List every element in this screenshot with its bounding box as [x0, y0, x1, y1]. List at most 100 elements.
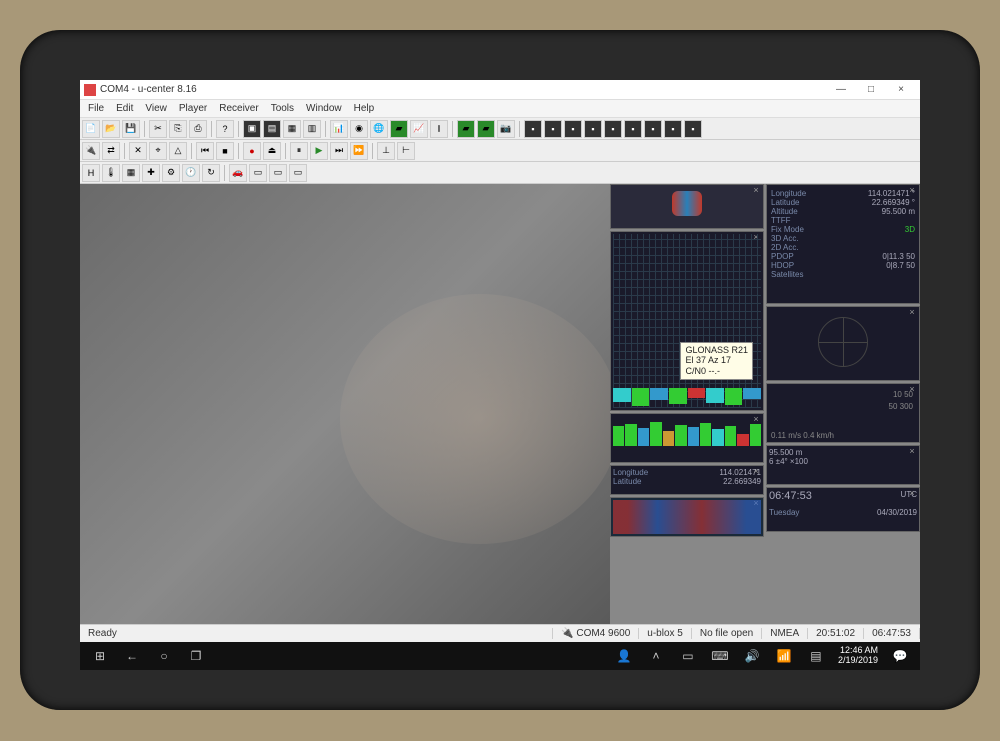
tool-copy-icon[interactable]: ⎘: [169, 120, 187, 138]
taskbar-clock[interactable]: 12:46 AM 2/19/2019: [832, 646, 884, 666]
tool-skip-back-icon[interactable]: ⏮: [196, 142, 214, 160]
tool-hist-icon[interactable]: ⫾: [430, 120, 448, 138]
windows-taskbar[interactable]: ⊞ ← ○ ❐ 👤 ˄ ▭ ⌨ 🔊 📶 ▤ 12:46 AM 2/19/2019…: [80, 642, 920, 670]
tool-dock6-icon[interactable]: ▪: [624, 120, 642, 138]
tool-rect3-icon[interactable]: ▭: [289, 164, 307, 182]
tool-thermo-icon[interactable]: 🌡: [102, 164, 120, 182]
close-icon[interactable]: ×: [907, 446, 917, 456]
main-view[interactable]: [80, 184, 610, 624]
tool-record-icon[interactable]: ●: [243, 142, 261, 160]
altitude-panel[interactable]: × 95.500 m 6 ±4° ×100: [766, 445, 920, 485]
tool-target-icon[interactable]: ⌖: [149, 142, 167, 160]
tool-dock9-icon[interactable]: ▪: [684, 120, 702, 138]
tool-baud-icon[interactable]: ⇄: [102, 142, 120, 160]
tool-msg-icon[interactable]: ▣: [243, 120, 261, 138]
tool-eject-icon[interactable]: ⏏: [263, 142, 281, 160]
minimize-button[interactable]: —: [826, 81, 856, 99]
tool-skip-fwd-icon[interactable]: ⏩: [350, 142, 368, 160]
tooltip-cn0: C/N0 --.-: [685, 366, 748, 377]
tool-world-icon[interactable]: 🌐: [370, 120, 388, 138]
cortana-icon[interactable]: ○: [148, 642, 180, 670]
tool-print-icon[interactable]: ⎙: [189, 120, 207, 138]
tool-dock5-icon[interactable]: ▪: [604, 120, 622, 138]
tool-calc-icon[interactable]: ▦: [122, 164, 140, 182]
tool-car-icon[interactable]: 🚗: [229, 164, 247, 182]
tool-binary-icon[interactable]: ▥: [303, 120, 321, 138]
tool-open-icon[interactable]: 📂: [102, 120, 120, 138]
tray-input-icon[interactable]: ▤: [800, 642, 832, 670]
tool-dock4-icon[interactable]: ▪: [584, 120, 602, 138]
back-icon[interactable]: ←: [116, 642, 148, 670]
tool-connect-icon[interactable]: 🔌: [82, 142, 100, 160]
tool-clock-icon[interactable]: 🕐: [182, 164, 200, 182]
menu-player[interactable]: Player: [173, 101, 213, 116]
tray-volume-icon[interactable]: 🔊: [736, 642, 768, 670]
close-icon[interactable]: ×: [907, 307, 917, 317]
taskview-icon[interactable]: ❐: [180, 642, 212, 670]
tool-dock2-icon[interactable]: ▪: [544, 120, 562, 138]
tool-misc1-icon[interactable]: ⊥: [377, 142, 395, 160]
close-icon[interactable]: ×: [751, 185, 761, 195]
tool-new-icon[interactable]: 📄: [82, 120, 100, 138]
compass-panel[interactable]: ×: [610, 497, 764, 537]
tray-wifi-icon[interactable]: 📶: [768, 642, 800, 670]
tool-misc2-icon[interactable]: ⊢: [397, 142, 415, 160]
tool-dock3-icon[interactable]: ▪: [564, 120, 582, 138]
tool-rect2-icon[interactable]: ▭: [269, 164, 287, 182]
notification-icon[interactable]: 💬: [884, 642, 916, 670]
tool-rect1-icon[interactable]: ▭: [249, 164, 267, 182]
satellite-sky-panel[interactable]: ×: [610, 184, 764, 229]
tool-play-icon[interactable]: ▶: [310, 142, 328, 160]
tool-packet-icon[interactable]: ▦: [283, 120, 301, 138]
menu-edit[interactable]: Edit: [110, 101, 139, 116]
menu-receiver[interactable]: Receiver: [213, 101, 264, 116]
tool-map-icon[interactable]: ▰: [390, 120, 408, 138]
menu-view[interactable]: View: [139, 101, 173, 116]
start-button[interactable]: ⊞: [84, 642, 116, 670]
tray-battery-icon[interactable]: ▭: [672, 642, 704, 670]
clock-panel[interactable]: × 06:47:53UTC Tuesday04/30/2019: [766, 487, 920, 532]
position-panel[interactable]: Longitude114.021471 Latitude22.669349 ×: [610, 465, 764, 495]
close-button[interactable]: ×: [886, 81, 916, 99]
tray-keyboard-icon[interactable]: ⌨: [704, 642, 736, 670]
tool-dock8-icon[interactable]: ▪: [664, 120, 682, 138]
deviation-panel[interactable]: ×: [766, 306, 920, 381]
tool-text-icon[interactable]: ▤: [263, 120, 281, 138]
satellite-level-panel[interactable]: ×: [610, 231, 764, 411]
tray-up-icon[interactable]: ˄: [640, 642, 672, 670]
tool-h-icon[interactable]: H: [82, 164, 100, 182]
tool-dock1-icon[interactable]: ▪: [524, 120, 542, 138]
tool-chart-icon[interactable]: 📈: [410, 120, 428, 138]
tool-step-icon[interactable]: ⏭: [330, 142, 348, 160]
data-info-panel[interactable]: × Longitude114.021471 ° Latitude22.66934…: [766, 184, 920, 304]
tool-dev1-icon[interactable]: ▰: [457, 120, 475, 138]
pdop-value: 0|11.3 50: [882, 252, 915, 261]
close-icon[interactable]: ×: [907, 185, 917, 195]
maximize-button[interactable]: □: [856, 81, 886, 99]
menu-help[interactable]: Help: [348, 101, 381, 116]
tool-help-icon[interactable]: ?: [216, 120, 234, 138]
close-icon[interactable]: ×: [751, 414, 761, 424]
close-icon[interactable]: ×: [751, 466, 761, 476]
tool-cut-icon[interactable]: ✂: [149, 120, 167, 138]
tool-crosshair-icon[interactable]: ✕: [129, 142, 147, 160]
tool-plus-icon[interactable]: ✚: [142, 164, 160, 182]
tray-people-icon[interactable]: 👤: [608, 642, 640, 670]
tool-gear-icon[interactable]: ⚙: [162, 164, 180, 182]
menu-tools[interactable]: Tools: [265, 101, 300, 116]
tool-stop-icon[interactable]: ■: [216, 142, 234, 160]
close-icon[interactable]: ×: [907, 488, 917, 498]
tool-dock7-icon[interactable]: ▪: [644, 120, 662, 138]
menu-file[interactable]: File: [82, 101, 110, 116]
tool-satlevel-icon[interactable]: 📊: [330, 120, 348, 138]
tool-dev2-icon[interactable]: ▰: [477, 120, 495, 138]
tool-pause-icon[interactable]: ⏸: [290, 142, 308, 160]
tool-signal-icon[interactable]: △: [169, 142, 187, 160]
tool-camera-icon[interactable]: 📷: [497, 120, 515, 138]
signal-history-panel[interactable]: ×: [610, 413, 764, 463]
tool-satpos-icon[interactable]: ◉: [350, 120, 368, 138]
menu-window[interactable]: Window: [300, 101, 348, 116]
speed-panel[interactable]: × 10 50 50 300 0.11 m/s 0.4 km/h: [766, 383, 920, 443]
tool-save-icon[interactable]: 💾: [122, 120, 140, 138]
tool-refresh-icon[interactable]: ↻: [202, 164, 220, 182]
